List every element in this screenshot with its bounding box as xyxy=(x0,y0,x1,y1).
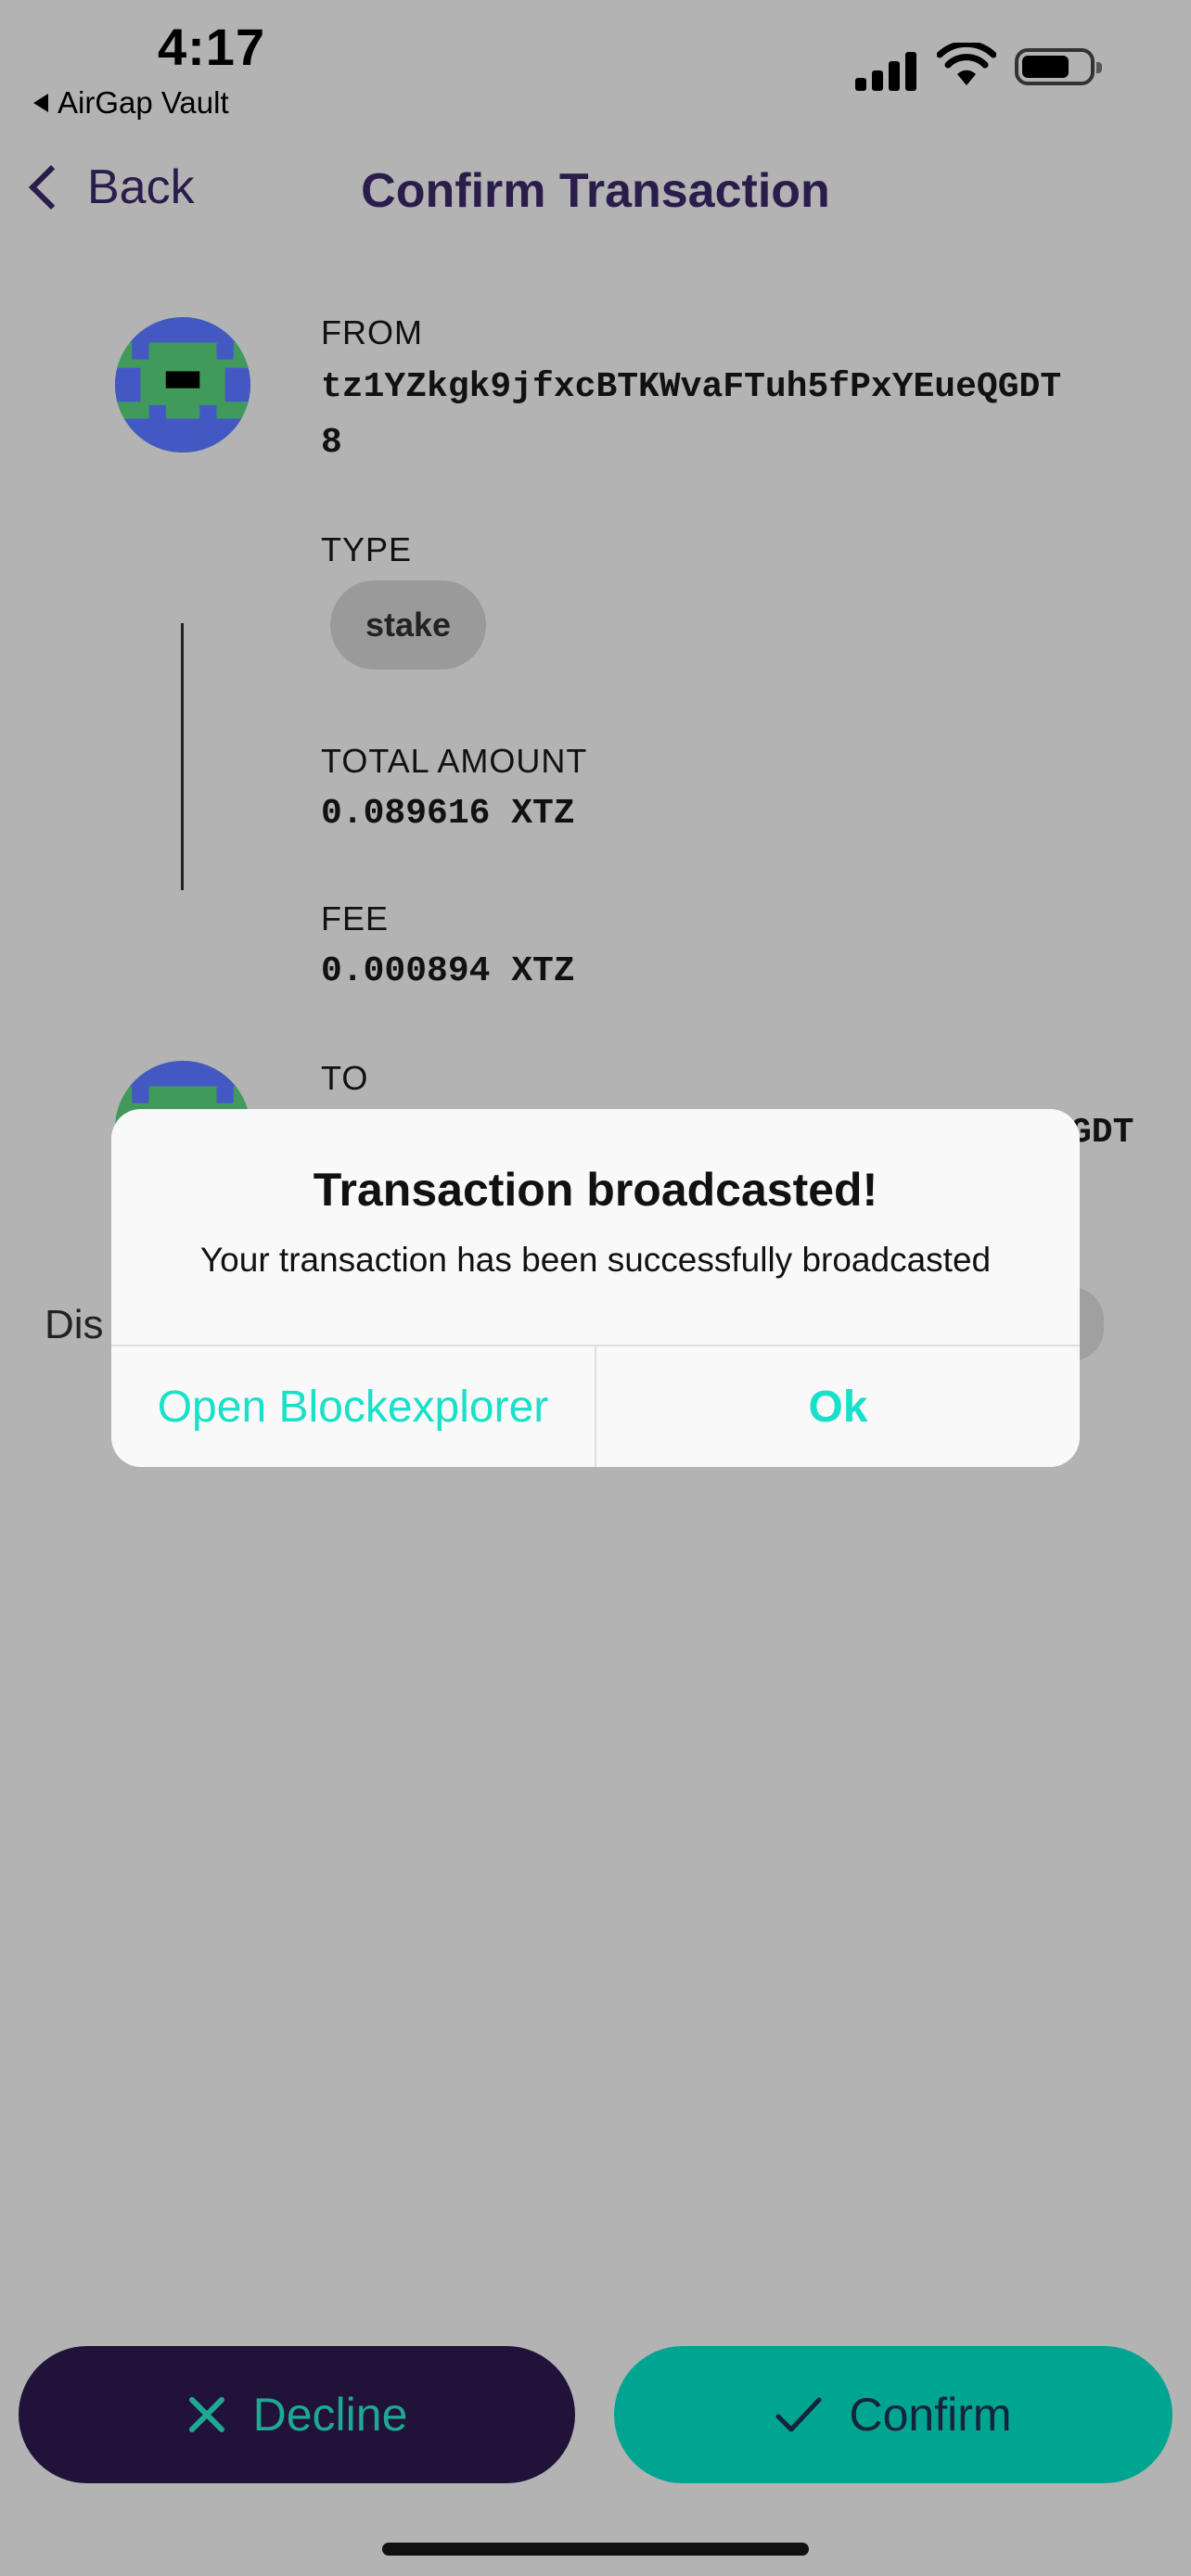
from-identicon xyxy=(115,317,250,453)
confirm-button[interactable]: Confirm xyxy=(614,2346,1172,2483)
from-label: FROM xyxy=(321,313,423,351)
fee-value: 0.000894 XTZ xyxy=(321,951,575,991)
wifi-icon xyxy=(936,40,997,92)
back-app-label: AirGap Vault xyxy=(58,85,229,120)
to-address-tail: GDT xyxy=(1070,1113,1134,1153)
confirm-label: Confirm xyxy=(849,2389,1012,2441)
alert-dialog: Transaction broadcasted! Your transactio… xyxy=(111,1109,1080,1467)
close-icon xyxy=(188,2397,224,2432)
battery-icon xyxy=(1015,48,1102,85)
open-blockexplorer-button[interactable]: Open Blockexplorer xyxy=(111,1346,595,1467)
status-time: 4:17 xyxy=(158,18,266,76)
background-partial-text: Dis xyxy=(45,1302,104,1347)
total-amount-label: TOTAL AMOUNT xyxy=(321,742,588,780)
back-to-app-link[interactable]: AirGap Vault xyxy=(33,85,229,121)
type-chip: stake xyxy=(330,580,486,670)
type-label: TYPE xyxy=(321,530,413,568)
ok-button[interactable]: Ok xyxy=(596,1346,1080,1467)
dialog-message: Your transaction has been successfully b… xyxy=(199,1241,992,1279)
decline-label: Decline xyxy=(252,2389,408,2441)
to-label: TO xyxy=(321,1059,369,1097)
cellular-signal-icon xyxy=(855,48,916,91)
back-triangle-icon xyxy=(33,94,48,112)
from-address-line1: tz1YZkgk9jfxcBTKWvaFTuh5fPxYEueQGDT xyxy=(321,367,1062,407)
dialog-title: Transaction broadcasted! xyxy=(313,1164,878,1216)
fee-label: FEE xyxy=(321,899,390,937)
flow-line xyxy=(181,623,184,890)
type-value: stake xyxy=(365,606,452,644)
page-title: Confirm Transaction xyxy=(361,164,830,218)
from-address-line2: 8 xyxy=(321,423,342,463)
checkmark-icon xyxy=(775,2397,822,2432)
decline-button[interactable]: Decline xyxy=(19,2346,575,2483)
home-indicator[interactable] xyxy=(382,2543,809,2556)
total-amount-value: 0.089616 XTZ xyxy=(321,794,575,834)
